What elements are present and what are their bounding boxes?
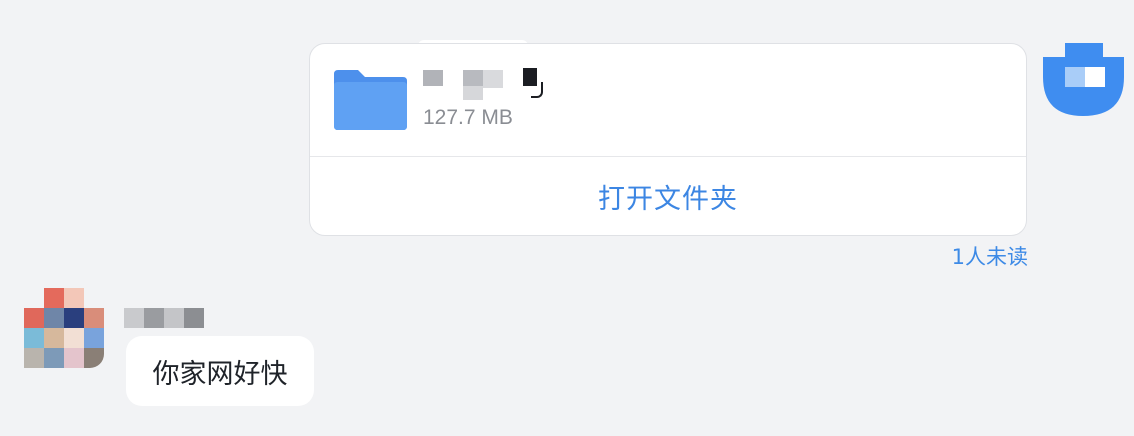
message-text: 你家网好快: [152, 358, 288, 390]
sender-name-redacted: [124, 308, 206, 328]
file-message-card[interactable]: 127.7 MB 打开文件夹: [309, 43, 1027, 236]
open-folder-button[interactable]: 打开文件夹: [310, 157, 1026, 235]
sender-avatar[interactable]: [24, 288, 104, 368]
folder-icon: [334, 70, 407, 130]
avatar[interactable]: [1043, 43, 1124, 116]
file-size: 127.7 MB: [423, 106, 513, 129]
file-name-redacted: [423, 68, 553, 102]
unread-status[interactable]: 1人未读: [952, 241, 1028, 271]
message-bubble[interactable]: 你家网好快: [126, 336, 314, 406]
